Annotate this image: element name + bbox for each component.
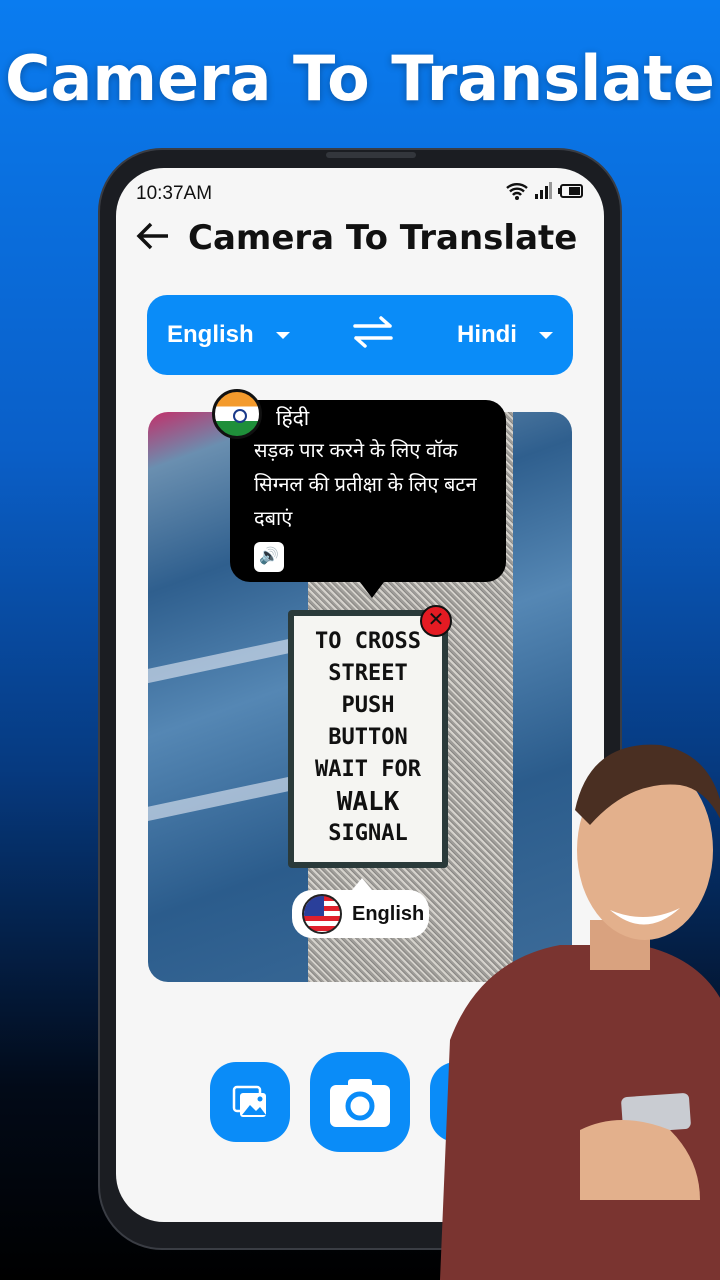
sign-line: TO CROSS [315, 629, 421, 654]
app-bar: Camera To Translate [136, 218, 577, 258]
sign-line: PUSH [341, 693, 395, 718]
sign-line: BUTTON [328, 725, 408, 750]
road-marking [148, 773, 308, 825]
capture-button[interactable] [310, 1052, 410, 1152]
gallery-icon [232, 1085, 266, 1117]
source-pill-label: English [352, 902, 425, 925]
promo-headline: Camera To Translate [5, 42, 715, 115]
close-icon[interactable]: ✕ [420, 605, 452, 637]
crosswalk-sign: TO CROSS STREET PUSH BUTTON WAIT FOR WAL… [288, 610, 448, 868]
translated-text: सड़क पार करने के लिए वॉक सिग्नल की प्रती… [254, 440, 477, 530]
phone-speaker [326, 152, 416, 158]
back-button[interactable] [136, 221, 170, 256]
target-language-dropdown[interactable]: Hindi [457, 321, 553, 349]
page-title: Camera To Translate [188, 218, 578, 258]
target-language-label: Hindi [456, 321, 517, 348]
chevron-down-icon [275, 331, 290, 339]
source-language-pill: English [292, 878, 429, 938]
status-time: 10:37AM [136, 183, 213, 204]
sign-line: SIGNAL [328, 821, 408, 846]
india-flag-icon [212, 389, 262, 439]
swap-languages-button[interactable] [353, 315, 394, 356]
battery-icon [558, 183, 584, 205]
translation-bubble: हिंदी सड़क पार करने के लिए वॉक सिग्नल की… [230, 400, 506, 598]
language-selector-bar: English Hindi [147, 295, 573, 375]
us-flag-icon [302, 894, 342, 934]
status-bar: 10:37AM [136, 182, 584, 206]
camera-icon [330, 1079, 390, 1127]
signal-icon [534, 182, 552, 206]
chevron-down-icon [538, 331, 553, 339]
gallery-button[interactable] [210, 1062, 290, 1142]
wifi-icon [506, 182, 528, 206]
source-language-label: English [167, 321, 254, 348]
speaker-icon[interactable]: 🔊 [254, 542, 284, 572]
person-with-phone-illustration [440, 744, 720, 1280]
sign-line: STREET [328, 661, 408, 686]
source-language-dropdown[interactable]: English [167, 321, 290, 349]
translation-language-label: हिंदी [276, 407, 310, 430]
sign-line: WALK [336, 787, 400, 817]
sign-line: WAIT FOR [315, 757, 421, 782]
